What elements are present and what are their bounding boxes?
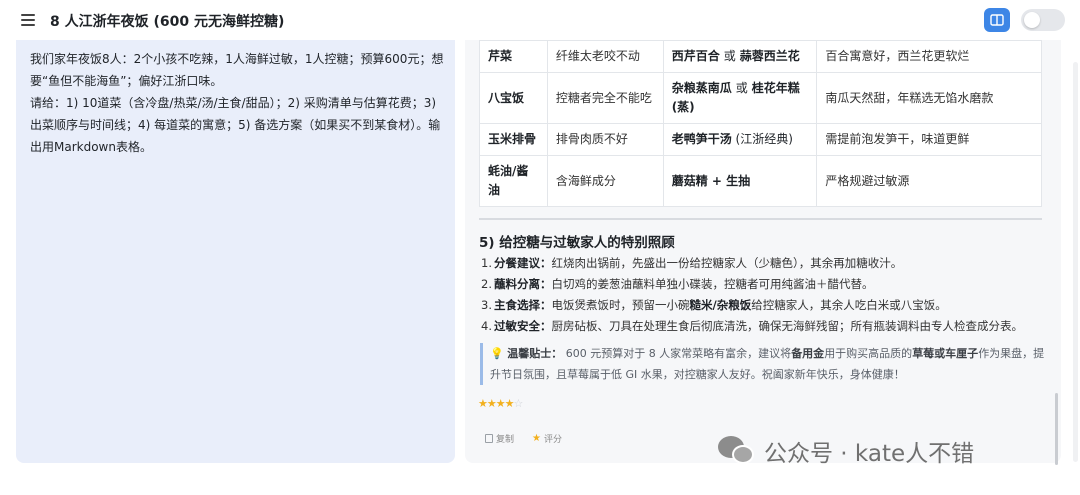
list-number: 1.	[481, 256, 492, 270]
rating-star[interactable]: ☆	[514, 397, 524, 410]
copy-button[interactable]: 复制	[485, 432, 514, 445]
watermark-text: 公众号 · kate人不错	[764, 441, 975, 467]
list-label: 主食选择：	[494, 298, 552, 312]
table-row: 玉米排骨 排骨肉质不好 老鸭笋干汤 (江浙经典) 需提前泡发笋干，味道更鲜	[479, 123, 1042, 156]
alt-or: 或	[735, 81, 748, 95]
prompt-line-1: 我们家年夜饭8人：2个小孩不吃辣，1人海鲜过敏，1人控糖；预算600元；想要“鱼…	[30, 52, 444, 88]
substitution-table: 芹菜 纤维太老咬不动 西芹百合或蒜蓉西兰花 百合寓意好，西兰花更软烂 八宝饭 控糖者完全不…	[479, 40, 1042, 207]
list-item: 3. 主食选择：电饭煲煮饭时，预留一小碗糙米/杂粮饭给控糖家人，其余人吃白米或八宝…	[481, 295, 1051, 316]
watermark: 公众号 · kate人不错	[718, 434, 974, 468]
alt-or: 或	[723, 49, 736, 63]
alt-a: 老鸭笋干汤	[671, 132, 732, 146]
section-divider	[479, 218, 1042, 220]
issue-cell: 含海鲜成分	[546, 155, 664, 207]
lightbulb-icon: 💡	[490, 347, 504, 360]
tip-text-2: 用于购买高品质的	[824, 347, 913, 360]
list-label: 分餐建议：	[494, 256, 552, 270]
menu-icon[interactable]	[20, 12, 36, 28]
star-rating[interactable]: ★★★★☆	[478, 397, 524, 410]
list-number: 2.	[481, 277, 492, 291]
dish-cell: 芹菜	[479, 40, 548, 73]
toggle-knob	[1024, 12, 1040, 28]
table-row: 八宝饭 控糖者完全不能吃 杂粮蒸南瓜或桂花年糕(蒸) 南瓜天然甜，年糕选无馅水磨款	[479, 72, 1042, 124]
alt-suffix: (江浙经典)	[731, 132, 793, 146]
wechat-icon	[718, 436, 756, 466]
rating-star[interactable]: ★	[496, 397, 506, 410]
prompt-line-2: 请给：1) 10道菜（含冷盘/热菜/汤/主食/甜品）；2) 采购清单与估算花费；…	[30, 96, 441, 154]
alt-a: 西芹百合	[671, 49, 720, 63]
issue-cell: 排骨肉质不好	[546, 123, 664, 156]
list-label: 蘸料分离：	[494, 277, 552, 291]
top-bar: 8 人江浙年夜饭 (600 元无海鲜控糖)	[0, 0, 1080, 40]
rate-label: 评分	[543, 435, 562, 445]
alternative-cell: 老鸭笋干汤 (江浙经典)	[662, 123, 818, 156]
list-label: 过敏安全：	[494, 319, 552, 333]
table-row: 蚝油/酱油 含海鲜成分 蘑菇精 + 生抽 严格规避过敏源	[479, 155, 1042, 207]
assistant-response-panel: 芹菜 纤维太老咬不动 西芹百合或蒜蓉西兰花 百合寓意好，西兰花更软烂 八宝饭 控糖者完全不…	[465, 40, 1061, 463]
rating-star[interactable]: ★	[487, 397, 497, 410]
list-item: 1. 分餐建议：红烧肉出锅前，先盛出一份给控糖家人（少糖色），其余再加糖收汁。	[481, 253, 1051, 274]
dish-cell: 蚝油/酱油	[479, 155, 548, 207]
table-row: 芹菜 纤维太老咬不动 西芹百合或蒜蓉西兰花 百合寓意好，西兰花更软烂	[479, 40, 1042, 73]
alternative-cell: 蘑菇精 + 生抽	[662, 155, 818, 207]
alt-b: 蒜蓉西兰花	[739, 49, 800, 63]
split-view-icon	[990, 14, 1004, 26]
user-prompt: 我们家年夜饭8人：2个小孩不吃辣，1人海鲜过敏，1人控糖；预算600元；想要“鱼…	[30, 48, 445, 158]
tip-label: 温馨贴士：	[507, 347, 563, 360]
tip-bold-2: 草莓或车厘子	[912, 347, 979, 360]
user-message-panel: 我们家年夜饭8人：2个小孩不吃辣，1人海鲜过敏，1人控糖；预算600元；想要“鱼…	[16, 40, 455, 463]
split-view-button[interactable]	[984, 8, 1010, 32]
issue-cell: 控糖者完全不能吃	[546, 72, 664, 124]
list-number: 3.	[481, 298, 492, 312]
list-item: 4. 过敏安全：厨房砧板、刀具在处理生食后彻底清洗，确保无海鲜残留；所有瓶装调料由…	[481, 316, 1051, 337]
copy-label: 复制	[496, 435, 515, 445]
note-cell: 需提前泡发笋干，味道更鲜	[816, 123, 1042, 156]
panel-scrollbar-thumb[interactable]	[1055, 393, 1058, 465]
message-actions: 复制 ★ 评分	[485, 432, 562, 445]
list-text-bold: 糙米/杂粮饭	[689, 298, 752, 312]
page-title: 8 人江浙年夜饭 (600 元无海鲜控糖)	[50, 14, 285, 30]
list-item: 2. 蘸料分离：白切鸡的姜葱油蘸料单独小碟装，控糖者可用纯酱油＋醋代替。	[481, 274, 1051, 295]
list-text-pre: 电饭煲煮饭时，预留一小碗	[551, 298, 690, 312]
alt-a: 蘑菇精 + 生抽	[671, 173, 751, 188]
list-text: 白切鸡的姜葱油蘸料单独小碟装，控糖者可用纯酱油＋醋代替。	[551, 277, 874, 291]
tip-note: 💡 温馨贴士： 600 元预算对于 8 人家常菜略有富余，建议将备用金用于购买高…	[480, 343, 1046, 385]
copy-icon	[485, 434, 493, 443]
dish-cell: 八宝饭	[479, 72, 548, 124]
tip-text-1: 600 元预算对于 8 人家常菜略有富余，建议将	[565, 347, 792, 360]
star-icon: ★	[532, 433, 541, 444]
note-cell: 严格规避过敏源	[816, 155, 1042, 207]
note-cell: 百合寓意好，西兰花更软烂	[816, 40, 1042, 73]
section-title: 5) 给控糖与过敏家人的特别照顾	[479, 235, 675, 251]
page-scrollbar[interactable]	[1073, 62, 1078, 462]
rate-button[interactable]: ★ 评分	[532, 432, 562, 445]
list-number: 4.	[481, 319, 492, 333]
tip-bold-1: 备用金	[791, 347, 825, 360]
rating-star[interactable]: ★	[505, 397, 515, 410]
rating-star[interactable]: ★	[478, 397, 488, 410]
list-text-post: 给控糖家人，其余人吃白米或八宝饭。	[751, 298, 947, 312]
alternative-cell: 西芹百合或蒜蓉西兰花	[662, 40, 818, 73]
care-list: 1. 分餐建议：红烧肉出锅前，先盛出一份给控糖家人（少糖色），其余再加糖收汁。 2.…	[481, 253, 1051, 337]
list-text: 红烧肉出锅前，先盛出一份给控糖家人（少糖色），其余再加糖收汁。	[551, 256, 903, 270]
theme-toggle[interactable]	[1021, 9, 1065, 31]
list-text: 厨房砧板、刀具在处理生食后彻底清洗，确保无海鲜残留；所有瓶装调料由专人检查成分表…	[551, 319, 1024, 333]
issue-cell: 纤维太老咬不动	[546, 40, 664, 73]
dish-cell: 玉米排骨	[479, 123, 548, 156]
alternative-cell: 杂粮蒸南瓜或桂花年糕(蒸)	[662, 72, 818, 124]
note-cell: 南瓜天然甜，年糕选无馅水磨款	[816, 72, 1042, 124]
alt-a: 杂粮蒸南瓜	[671, 81, 732, 95]
